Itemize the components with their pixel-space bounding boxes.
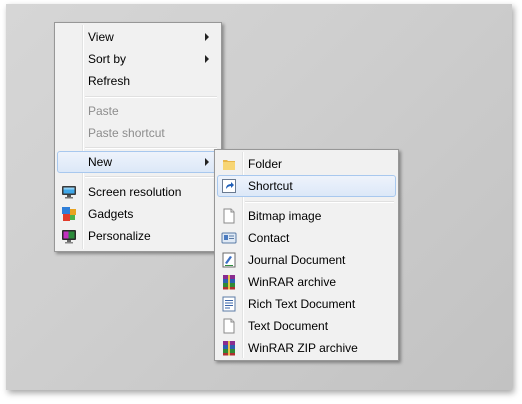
menu-item-label: View: [88, 30, 114, 44]
menu-item-paste-shortcut[interactable]: Paste shortcut: [57, 122, 219, 144]
menu-item-label: Bitmap image: [248, 209, 322, 223]
menu-item-label: Contact: [248, 231, 290, 245]
new-submenu: Folder Shortcut Bitmap image Contact Jou…: [214, 149, 399, 361]
menu-item-sort-by[interactable]: Sort by: [57, 48, 219, 70]
menu-item-view[interactable]: View: [57, 26, 219, 48]
menu-item-label: Gadgets: [88, 207, 134, 221]
winrar-icon: [221, 274, 237, 290]
text-document-icon: [221, 318, 237, 334]
menu-item-label: Rich Text Document: [248, 297, 356, 311]
menu-item-rich-text-document[interactable]: Rich Text Document: [217, 293, 396, 315]
menu-item-label: New: [88, 155, 113, 169]
menu-item-label: Shortcut: [248, 179, 293, 193]
desktop-context-menu: View Sort by Refresh Paste Paste shortcu…: [54, 22, 222, 252]
menu-item-folder[interactable]: Folder: [217, 153, 396, 175]
folder-icon: [221, 156, 237, 172]
monitor-icon: [61, 184, 77, 200]
menu-item-text-document[interactable]: Text Document: [217, 315, 396, 337]
submenu-arrow-icon: [205, 33, 209, 41]
menu-item-label: Paste: [88, 104, 119, 118]
menu-item-label: Personalize: [88, 229, 151, 243]
menu-separator: [245, 201, 394, 203]
menu-item-paste[interactable]: Paste: [57, 100, 219, 122]
menu-item-label: Paste shortcut: [88, 126, 165, 140]
personalize-icon: [61, 228, 77, 244]
menu-item-label: Refresh: [88, 74, 131, 88]
menu-item-label: Screen resolution: [88, 185, 182, 199]
menu-item-bitmap-image[interactable]: Bitmap image: [217, 205, 396, 227]
menu-item-label: Sort by: [88, 52, 127, 66]
menu-item-winrar-archive[interactable]: WinRAR archive: [217, 271, 396, 293]
rich-text-icon: [221, 296, 237, 312]
menu-item-screen-resolution[interactable]: Screen resolution: [57, 181, 219, 203]
menu-item-contact[interactable]: Contact: [217, 227, 396, 249]
menu-item-refresh[interactable]: Refresh: [57, 70, 219, 92]
journal-icon: [221, 252, 237, 268]
menu-item-label: WinRAR archive: [248, 275, 337, 289]
menu-item-new[interactable]: New: [57, 151, 219, 173]
menu-item-label: Text Document: [248, 319, 329, 333]
menu-separator: [85, 176, 217, 178]
menu-item-journal-document[interactable]: Journal Document: [217, 249, 396, 271]
submenu-arrow-icon: [205, 158, 209, 166]
menu-separator: [85, 147, 217, 149]
menu-item-winrar-zip-archive[interactable]: WinRAR ZIP archive: [217, 337, 396, 359]
bitmap-icon: [221, 208, 237, 224]
menu-item-personalize[interactable]: Personalize: [57, 225, 219, 247]
submenu-arrow-icon: [205, 55, 209, 63]
contact-card-icon: [221, 230, 237, 246]
gadgets-icon: [61, 206, 77, 222]
menu-item-gadgets[interactable]: Gadgets: [57, 203, 219, 225]
menu-item-shortcut[interactable]: Shortcut: [217, 175, 396, 197]
menu-item-label: Journal Document: [248, 253, 346, 267]
menu-separator: [85, 96, 217, 98]
shortcut-icon: [221, 178, 237, 194]
menu-item-label: Folder: [248, 157, 283, 171]
winrar-zip-icon: [221, 340, 237, 356]
menu-item-label: WinRAR ZIP archive: [248, 341, 358, 355]
